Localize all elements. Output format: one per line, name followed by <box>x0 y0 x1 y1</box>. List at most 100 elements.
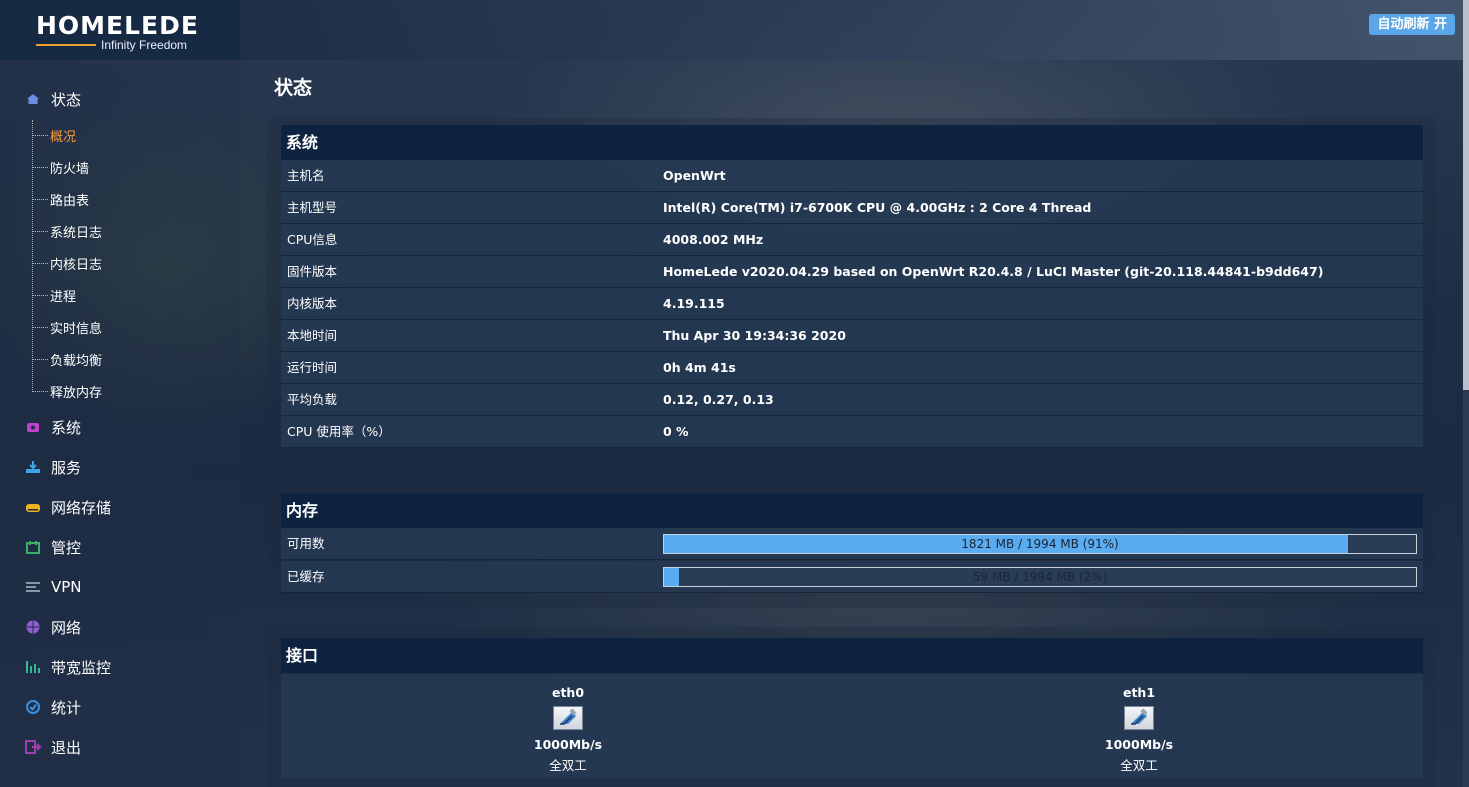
memory-progress-bar: 59 MB / 1994 MB (2%) <box>663 567 1417 587</box>
table-row: 主机名 OpenWrt <box>281 160 1423 192</box>
table-row: 已缓存 59 MB / 1994 MB (2%) <box>281 561 1423 593</box>
logo-underline <box>36 44 96 46</box>
tree-connector <box>32 390 48 392</box>
sidebar-subitem-label: 释放内存 <box>50 385 103 401</box>
sidebar-subitem[interactable]: 系统日志 <box>32 222 103 241</box>
sidebar-subitem[interactable]: 实时信息 <box>32 318 102 337</box>
system-panel: 系统 主机名 OpenWrt 主机型号 Intel(R) Core(TM) i7-67… <box>267 118 1435 462</box>
row-key: 主机名 <box>287 168 325 183</box>
row-value: 0h 4m 41s <box>663 360 736 375</box>
sidebar-item-label: 系统 <box>51 418 82 437</box>
row-key: CPU 使用率（%） <box>287 424 391 439</box>
system-panel-title: 系统 <box>281 125 1423 160</box>
home-icon <box>24 91 42 107</box>
sidebar-subitem-label: 防火墙 <box>50 161 90 177</box>
sidebar-subitem-label: 内核日志 <box>50 257 103 273</box>
logo-tagline: Infinity Freedom <box>101 38 188 52</box>
table-row: 固件版本 HomeLede v2020.04.29 based on OpenWr… <box>281 256 1423 288</box>
statistics-icon <box>24 699 42 715</box>
tree-connector <box>32 294 48 296</box>
sidebar-subitem-label: 负载均衡 <box>50 353 103 369</box>
sidebar-item[interactable]: 退出 <box>24 737 81 757</box>
ethernet-port-icon <box>553 706 583 730</box>
scrollbar-thumb[interactable] <box>1463 0 1469 390</box>
row-value: 4.19.115 <box>663 296 725 311</box>
table-row: CPU信息 4008.002 MHz <box>281 224 1423 256</box>
services-icon <box>24 459 42 475</box>
sidebar-subitem[interactable]: 路由表 <box>32 190 89 209</box>
vpn-icon <box>24 579 42 595</box>
tree-connector <box>32 230 48 232</box>
interface-speed: 1000Mb/s <box>1104 737 1174 752</box>
sidebar-subitem[interactable]: 负载均衡 <box>32 350 103 369</box>
tree-connector <box>32 262 48 264</box>
sidebar-subitem[interactable]: 概况 <box>32 126 77 145</box>
sidebar-item[interactable]: 网络存储 <box>24 497 111 517</box>
row-value: Intel(R) Core(TM) i7-6700K CPU @ 4.00GHz… <box>663 200 1092 215</box>
bandwidth-icon <box>24 659 42 675</box>
sidebar-item-label: 状态 <box>51 90 82 109</box>
interface-name: eth0 <box>551 685 585 700</box>
sidebar-item-label: 统计 <box>51 698 82 717</box>
sidebar-item-label: 服务 <box>51 458 82 477</box>
row-key: CPU信息 <box>287 232 338 247</box>
table-row: CPU 使用率（%） 0 % <box>281 416 1423 448</box>
page-title: 状态 <box>274 77 313 99</box>
row-key: 平均负载 <box>287 392 338 407</box>
sidebar-subitem-label: 进程 <box>50 289 77 305</box>
table-row: 可用数 1821 MB / 1994 MB (91%) <box>281 528 1423 560</box>
sidebar-item[interactable]: 系统 <box>24 417 81 437</box>
tree-connector <box>32 358 48 360</box>
table-row: 内核版本 4.19.115 <box>281 288 1423 320</box>
logo-text: HOMELEDE <box>36 11 199 40</box>
tree-connector <box>32 134 48 136</box>
table-row: 平均负载 0.12, 0.27, 0.13 <box>281 384 1423 416</box>
interfaces-panel: 接口 eth0 1000Mb/s 全双工 eth1 1000Mb/s 全双工 <box>267 627 1435 787</box>
row-value: Thu Apr 30 19:34:36 2020 <box>663 328 846 343</box>
interface-duplex: 全双工 <box>549 758 587 773</box>
auto-refresh-toggle[interactable]: 自动刷新 开 <box>1369 14 1455 35</box>
interface-duplex: 全双工 <box>1120 758 1158 773</box>
row-key: 运行时间 <box>287 360 338 375</box>
system-icon <box>24 419 42 435</box>
sidebar-item[interactable]: 服务 <box>24 457 81 477</box>
table-row: 本地时间 Thu Apr 30 19:34:36 2020 <box>281 320 1423 352</box>
storage-icon <box>24 499 42 515</box>
sidebar-subitem-label: 系统日志 <box>50 225 103 241</box>
row-key: 可用数 <box>287 536 325 551</box>
row-key: 已缓存 <box>287 569 325 584</box>
interface-speed: 1000Mb/s <box>533 737 603 752</box>
sidebar-item[interactable]: 管控 <box>24 537 81 557</box>
progress-text: 1821 MB / 1994 MB (91%) <box>961 537 1119 551</box>
memory-progress-bar: 1821 MB / 1994 MB (91%) <box>663 534 1417 554</box>
tree-connector <box>32 326 48 328</box>
logout-icon <box>24 739 42 755</box>
progress-text: 59 MB / 1994 MB (2%) <box>972 570 1108 584</box>
sidebar-item-status[interactable]: 状态 <box>24 89 81 109</box>
table-row: 主机型号 Intel(R) Core(TM) i7-6700K CPU @ 4.0… <box>281 192 1423 224</box>
top-bar: HOMELEDE Infinity Freedom 自动刷新 开 <box>0 0 1469 60</box>
sidebar-subitem[interactable]: 防火墙 <box>32 158 90 177</box>
sidebar-item[interactable]: VPN <box>24 577 82 597</box>
table-row: 运行时间 0h 4m 41s <box>281 352 1423 384</box>
memory-panel: 内存 可用数 1821 MB / 1994 MB (91%) 已缓存 59 MB / … <box>267 482 1435 608</box>
ethernet-port-icon <box>1124 706 1154 730</box>
sidebar-item-label: 退出 <box>51 738 82 757</box>
row-value: OpenWrt <box>663 168 726 183</box>
sidebar-subitem[interactable]: 释放内存 <box>32 382 103 401</box>
page-scrollbar[interactable] <box>1463 0 1469 787</box>
sidebar-item[interactable]: 带宽监控 <box>24 657 111 677</box>
sidebar-item-label: VPN <box>51 578 82 596</box>
logo[interactable]: HOMELEDE Infinity Freedom <box>0 0 240 60</box>
row-value: 4008.002 MHz <box>663 232 764 247</box>
sidebar-item[interactable]: 网络 <box>24 617 81 637</box>
control-icon <box>24 539 42 555</box>
sidebar-subitem[interactable]: 进程 <box>32 286 77 305</box>
row-value: 0 % <box>663 424 689 439</box>
network-icon <box>24 619 42 635</box>
interface-name: eth1 <box>1122 685 1156 700</box>
sidebar-subitem-label: 概况 <box>50 129 77 145</box>
sidebar-item[interactable]: 统计 <box>24 697 81 717</box>
sidebar-subitem[interactable]: 内核日志 <box>32 254 103 273</box>
sidebar-item-label: 带宽监控 <box>51 658 112 677</box>
